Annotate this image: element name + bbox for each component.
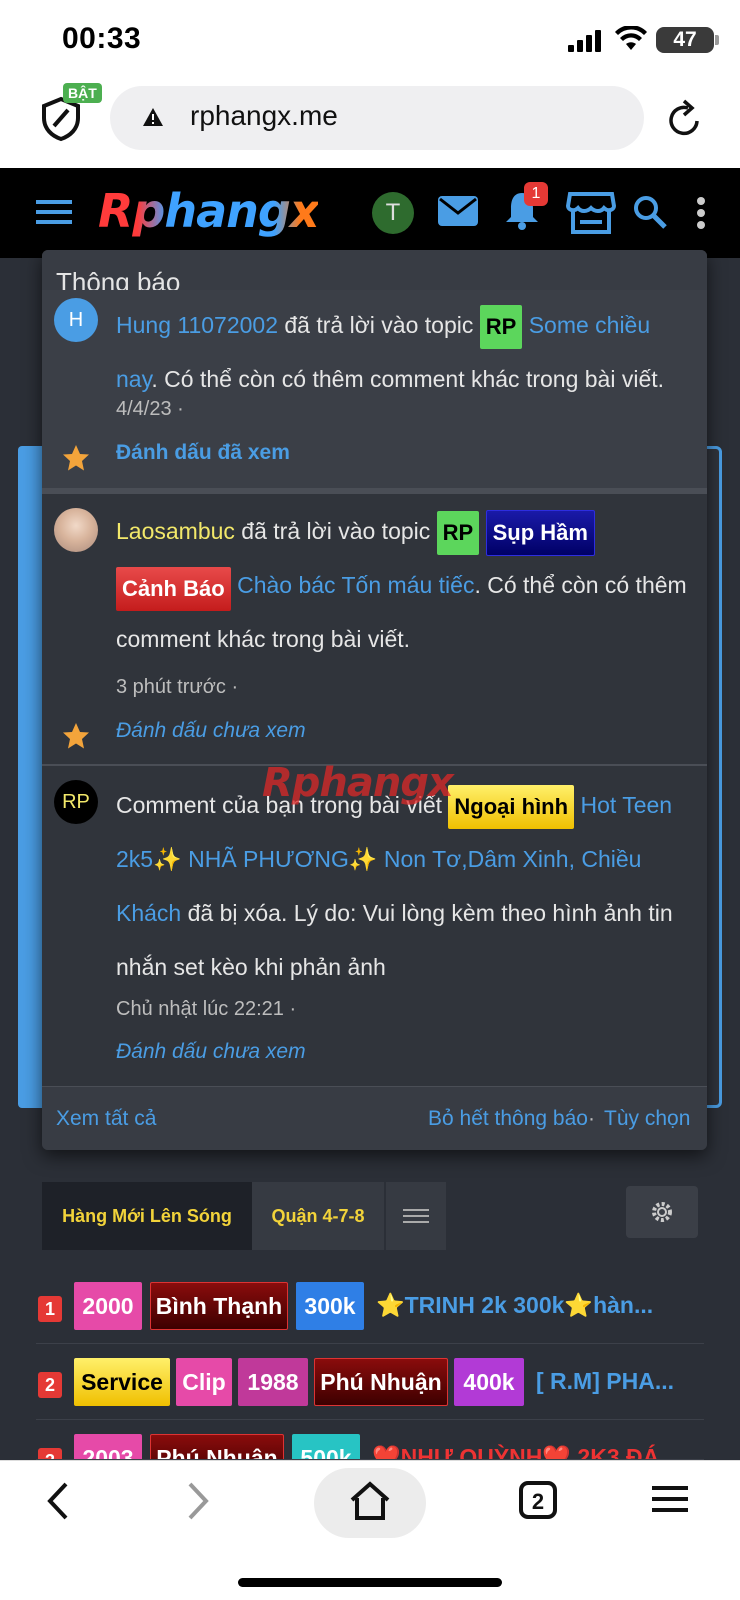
notification-time: 4/4/23 · bbox=[116, 398, 184, 420]
home-icon bbox=[350, 1481, 390, 1520]
url-text[interactable]: rphangx.me bbox=[190, 100, 338, 132]
thread-tag-district: Bình Thạnh bbox=[150, 1282, 288, 1330]
warning-icon[interactable] bbox=[142, 106, 164, 128]
mark-read-link[interactable]: Đánh dấu đã xem bbox=[116, 441, 290, 465]
mark-unread-link[interactable]: Đánh dấu chưa xem bbox=[116, 1040, 306, 1064]
battery-indicator: 47 bbox=[656, 27, 719, 53]
notification-count-badge: 1 bbox=[524, 182, 548, 206]
thread-prefix-sup-ham: Sụp Hầm bbox=[485, 509, 595, 556]
thread-tag-clip: Clip bbox=[176, 1358, 232, 1406]
mark-unread-link[interactable]: Đánh dấu chưa xem bbox=[116, 719, 306, 743]
thread-tag-district: Phú Nhuận bbox=[314, 1358, 448, 1406]
thread-prefix-rp: RP bbox=[436, 510, 480, 555]
view-all-link[interactable]: Xem tất cả bbox=[56, 1107, 156, 1131]
notification-text: Laosambuc đã trả lời vào topic RP Sụp Hầ… bbox=[116, 504, 696, 666]
status-time: 00:33 bbox=[62, 22, 142, 55]
notification-item[interactable]: RP Comment của bạn trong bài viết Ngoại … bbox=[42, 766, 707, 1086]
svg-text:2: 2 bbox=[532, 1489, 544, 1514]
cellular-signal-icon bbox=[568, 30, 601, 52]
thread-row[interactable]: 3 2003 Phú Nhuận 500k ❤️NHƯ QUỲNH❤️ 2K3 … bbox=[36, 1420, 704, 1460]
mail-icon[interactable] bbox=[438, 196, 478, 226]
notification-time: Chủ nhật lúc 22:21 · bbox=[116, 998, 297, 1020]
thread-title[interactable]: ⭐TRINH 2k 300k⭐hàn... bbox=[376, 1292, 676, 1319]
user-avatar[interactable] bbox=[54, 508, 98, 552]
thread-tag-price: 400k bbox=[454, 1358, 524, 1406]
user-link[interactable]: Laosambuc bbox=[116, 518, 235, 544]
thread-rank: 3 bbox=[38, 1448, 62, 1459]
tabs-icon[interactable]: 2 bbox=[518, 1480, 558, 1520]
system-avatar: RP bbox=[54, 780, 98, 824]
thread-tag-year: 1988 bbox=[238, 1358, 308, 1406]
thread-tag-district: Phú Nhuận bbox=[150, 1434, 284, 1459]
thread-prefix-canh-bao: Cảnh Báo bbox=[116, 566, 231, 611]
thread-rank: 2 bbox=[38, 1372, 62, 1398]
search-icon[interactable] bbox=[632, 194, 668, 230]
site-watermark: Rphangx bbox=[262, 760, 454, 806]
thread-prefix-ngoai-hinh: Ngoại hình bbox=[448, 784, 575, 829]
background-panel-accent bbox=[18, 446, 44, 1108]
thread-tag-year: 2000 bbox=[74, 1282, 142, 1330]
thread-tag-price: 300k bbox=[296, 1282, 364, 1330]
settings-button[interactable] bbox=[626, 1186, 698, 1238]
menu-icon[interactable] bbox=[36, 198, 72, 226]
user-avatar[interactable]: T bbox=[372, 192, 414, 234]
star-icon bbox=[63, 445, 89, 471]
notifications-popup: Thông báo H Hung 11072002 đã trả lời vào… bbox=[42, 250, 707, 1150]
thread-row[interactable]: 2 Service Clip 1988 Phú Nhuận 400k [ R.M… bbox=[36, 1344, 704, 1420]
list-icon bbox=[403, 1209, 429, 1223]
notifications-footer: Xem tất cả Bỏ hết thông báo · Tùy chọn bbox=[42, 1086, 707, 1150]
topic-link[interactable]: Chào bác Tốn máu tiếc bbox=[237, 572, 474, 598]
notification-text: Comment của bạn trong bài viết Ngoại hìn… bbox=[116, 778, 696, 994]
reload-icon[interactable] bbox=[666, 97, 704, 139]
more-options-icon[interactable] bbox=[696, 196, 706, 230]
shield-status-badge: BẬT bbox=[63, 83, 102, 103]
wifi-icon bbox=[615, 26, 647, 50]
user-link[interactable]: Hung 11072002 bbox=[116, 312, 278, 338]
tab-list-menu[interactable] bbox=[386, 1182, 446, 1250]
home-indicator bbox=[238, 1578, 502, 1587]
thread-title[interactable]: [ R.M] PHA... bbox=[536, 1368, 684, 1395]
thread-prefix: RP bbox=[479, 304, 523, 349]
thread-tag-price: 500k bbox=[292, 1434, 360, 1459]
thread-tag-service: Service bbox=[74, 1358, 170, 1406]
notification-text: Hung 11072002 đã trả lời vào topic RP So… bbox=[116, 298, 696, 406]
dismiss-all-link[interactable]: Bỏ hết thông báo bbox=[428, 1107, 588, 1131]
footer-separator: · bbox=[588, 1107, 595, 1130]
options-link[interactable]: Tùy chọn bbox=[604, 1107, 690, 1131]
back-icon[interactable] bbox=[44, 1480, 72, 1522]
notification-time: 3 phút trước · bbox=[116, 676, 239, 698]
thread-tag-year: 2003 bbox=[74, 1434, 142, 1459]
tab-hang-moi[interactable]: Hàng Mới Lên Sóng bbox=[42, 1182, 252, 1250]
forward-icon[interactable] bbox=[184, 1480, 212, 1522]
browser-menu-icon[interactable] bbox=[652, 1484, 688, 1514]
thread-rank: 1 bbox=[38, 1296, 62, 1322]
gear-icon bbox=[652, 1202, 672, 1222]
user-avatar[interactable]: H bbox=[54, 298, 98, 342]
tab-quan-4-7-8[interactable]: Quận 4-7-8 bbox=[252, 1182, 384, 1250]
site-logo[interactable]: Rphangx bbox=[98, 184, 319, 238]
notification-item[interactable]: H Hung 11072002 đã trả lời vào topic RP … bbox=[42, 290, 707, 490]
thread-row[interactable]: 1 2000 Bình Thạnh 300k ⭐TRINH 2k 300k⭐hà… bbox=[36, 1268, 704, 1344]
thread-title[interactable]: ❤️NHƯ QUỲNH❤️ 2K3 ĐÁ bbox=[372, 1444, 682, 1459]
star-icon bbox=[63, 723, 89, 749]
store-icon[interactable] bbox=[566, 190, 616, 234]
notification-item[interactable]: Laosambuc đã trả lời vào topic RP Sụp Hầ… bbox=[42, 494, 707, 764]
